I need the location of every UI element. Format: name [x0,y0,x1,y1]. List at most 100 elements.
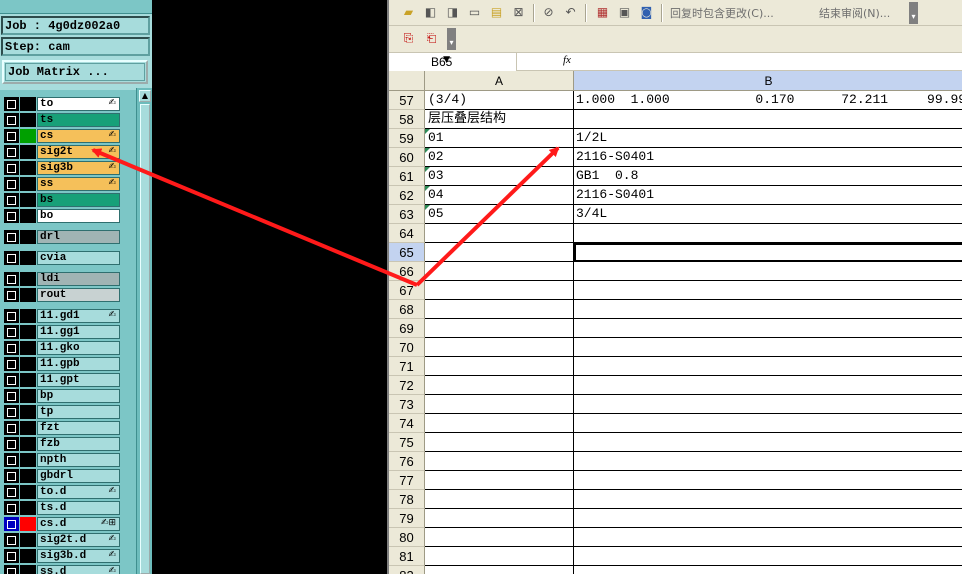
cell-a[interactable] [425,509,574,528]
layer-name[interactable]: cvia [37,251,120,265]
layer-checkbox[interactable] [4,113,19,127]
cell-a[interactable] [425,338,574,357]
cell-a[interactable]: 层压叠层结构 [425,110,574,129]
layer-checkbox[interactable] [4,549,19,563]
cell-b[interactable] [574,281,962,300]
cell-b[interactable] [574,414,962,433]
layer-name[interactable]: ts.d [37,501,120,515]
cell-a[interactable]: 04 [425,186,574,205]
layer-status-cell[interactable] [20,129,36,143]
cell-a[interactable] [425,395,574,414]
layer-checkbox[interactable] [4,437,19,451]
row-header[interactable]: 66 [389,262,425,281]
layer-status-cell[interactable] [20,373,36,387]
cell-a[interactable] [425,300,574,319]
layer-status-cell[interactable] [20,145,36,159]
layer-checkbox[interactable] [4,97,19,111]
cell-b[interactable] [574,528,962,547]
layer-name[interactable]: to.d ✍ [37,485,120,499]
layer-row[interactable]: fzb [2,436,120,451]
layer-checkbox[interactable] [4,145,19,159]
column-header-b[interactable]: B [574,71,962,91]
layer-checkbox[interactable] [4,501,19,515]
layer-row[interactable]: 11.gg1 [2,324,120,339]
layer-name[interactable]: 11.gg1 [37,325,120,339]
layer-checkbox[interactable] [4,485,19,499]
layer-name[interactable]: ts [37,113,120,127]
row-header[interactable]: 76 [389,452,425,471]
cell-a[interactable] [425,357,574,376]
layer-status-cell[interactable] [20,389,36,403]
end-review-button[interactable]: 结束审阅(N)... [819,5,890,21]
cell-b[interactable] [574,433,962,452]
layer-name[interactable]: rout [37,288,120,302]
layer-name[interactable]: bs [37,193,120,207]
cell-b[interactable] [574,509,962,528]
layer-name[interactable]: 11.gpb [37,357,120,371]
layer-row[interactable]: bs [2,192,120,207]
layer-checkbox[interactable] [4,389,19,403]
row-header[interactable]: 78 [389,490,425,509]
layer-name[interactable]: bo [37,209,120,223]
row-header[interactable]: 65 [389,243,425,262]
layer-row[interactable]: sig3b.d ✍ [2,548,120,563]
cell-a[interactable] [425,490,574,509]
layer-status-cell[interactable] [20,517,36,531]
layer-name[interactable]: cs ✍ [37,129,120,143]
layer-name[interactable]: fzt [37,421,120,435]
cell-b[interactable] [574,262,962,281]
cell-b[interactable] [574,319,962,338]
layer-status-cell[interactable] [20,193,36,207]
cell-a[interactable] [425,471,574,490]
layer-row[interactable]: 11.gpb [2,356,120,371]
cell-b[interactable] [574,300,962,319]
undo-ink-icon[interactable]: ↶ [563,5,578,20]
layer-row[interactable]: bo [2,208,120,223]
cell-b[interactable] [574,471,962,490]
layer-name[interactable]: drl [37,230,120,244]
layer-checkbox[interactable] [4,129,19,143]
layer-row[interactable]: sig2t.d ✍ [2,532,120,547]
layer-checkbox[interactable] [4,565,19,574]
layer-row[interactable]: 11.gd1 ✍ [2,308,120,323]
layer-row[interactable]: sig2t ✍ [2,144,120,159]
layer-status-cell[interactable] [20,421,36,435]
layer-row[interactable]: npth [2,452,120,467]
column-header-a[interactable]: A [425,71,574,91]
layer-name[interactable]: sig3b ✍ [37,161,120,175]
layer-status-cell[interactable] [20,533,36,547]
row-header[interactable]: 73 [389,395,425,414]
cell-a[interactable] [425,224,574,243]
cell-a[interactable] [425,281,574,300]
layer-checkbox[interactable] [4,373,19,387]
layer-checkbox[interactable] [4,288,19,302]
prev-comment-icon[interactable]: ◧ [423,5,438,20]
cell-b[interactable] [574,338,962,357]
layer-row[interactable]: cvia [2,250,120,265]
cell-a[interactable]: 05 [425,205,574,224]
layer-name[interactable]: ss ✍ [37,177,120,191]
row-header[interactable]: 72 [389,376,425,395]
cell-b[interactable]: 2116-S0401 [574,148,962,167]
row-header[interactable]: 64 [389,224,425,243]
layer-checkbox[interactable] [4,341,19,355]
row-header[interactable]: 70 [389,338,425,357]
cell-a[interactable] [425,376,574,395]
row-header[interactable]: 79 [389,509,425,528]
row-header[interactable]: 62 [389,186,425,205]
cell-a[interactable] [425,566,574,574]
job-matrix-button[interactable]: Job Matrix ... [2,60,148,84]
layer-row[interactable]: ts [2,112,120,127]
layer-status-cell[interactable] [20,485,36,499]
layer-row[interactable]: rout [2,287,120,302]
layer-checkbox[interactable] [4,533,19,547]
cell-b[interactable]: GB1 0.8 [574,167,962,186]
row-header[interactable]: 59 [389,129,425,148]
toolbar-options-icon[interactable]: ▾ [909,2,918,24]
cell-b[interactable] [574,395,962,414]
layer-name[interactable]: cs.d ✍⊞ [37,517,120,531]
layer-checkbox[interactable] [4,177,19,191]
layer-name[interactable]: fzb [37,437,120,451]
layer-status-cell[interactable] [20,325,36,339]
layer-name[interactable]: bp [37,389,120,403]
